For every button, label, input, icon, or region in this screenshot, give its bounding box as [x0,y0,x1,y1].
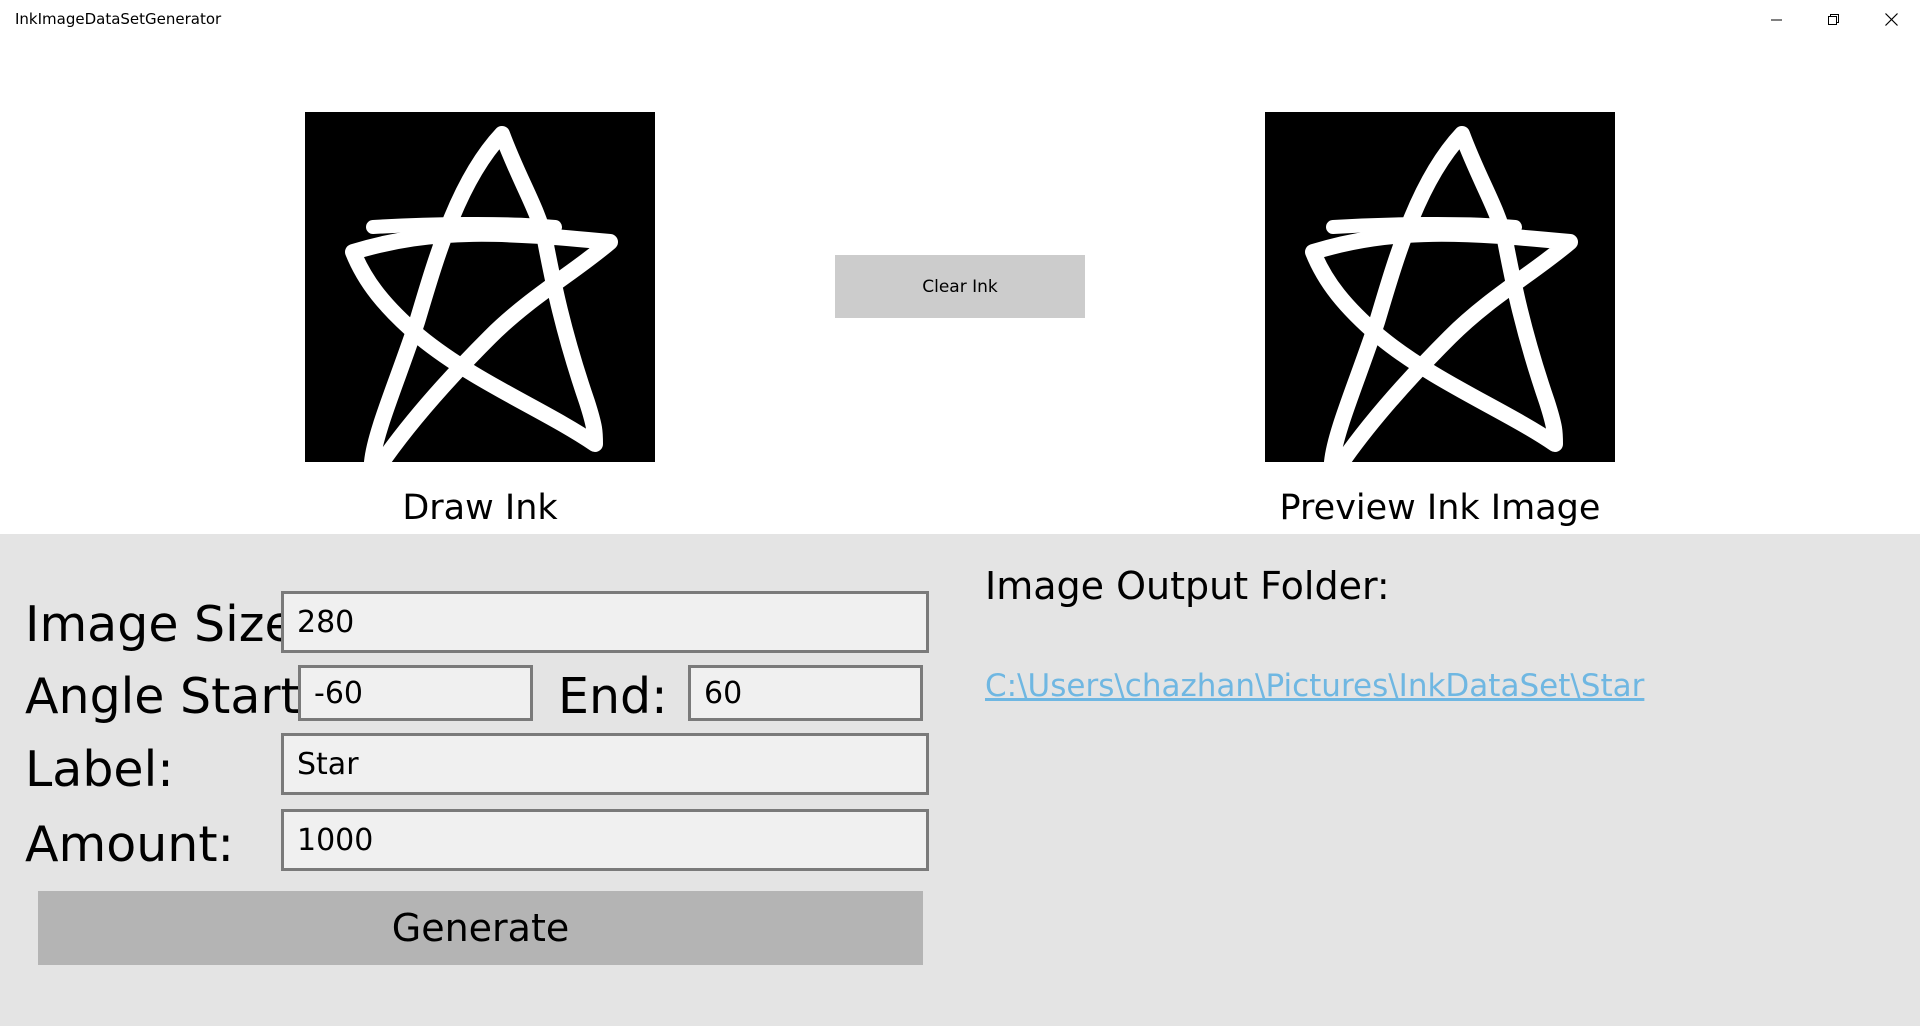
close-icon [1884,13,1898,26]
restore-button[interactable] [1806,0,1862,39]
preview-ink-image [1265,112,1615,462]
minimize-icon [1771,19,1782,20]
angle-start-label: Angle Start: [25,668,317,725]
clear-ink-button[interactable]: Clear Ink [835,255,1085,318]
angle-start-input[interactable]: -60 [298,665,533,721]
label-label: Label: [25,741,174,798]
close-button[interactable] [1863,0,1919,39]
minimize-button[interactable] [1749,0,1805,39]
image-size-label: Image Size: [25,596,312,653]
angle-end-input[interactable]: 60 [688,665,923,721]
draw-ink-label: Draw Ink [402,488,558,528]
restore-icon [1828,13,1839,25]
angle-end-label: End: [558,668,668,725]
amount-label: Amount: [25,816,235,873]
star-preview-image [1305,126,1578,462]
draw-ink-canvas[interactable] [305,112,655,462]
label-input[interactable]: Star [281,733,929,795]
generate-button[interactable]: Generate [38,891,923,965]
amount-input[interactable]: 1000 [281,809,929,871]
window-title: InkImageDataSetGenerator [15,10,222,28]
output-folder-heading: Image Output Folder: [985,564,1390,608]
title-bar[interactable]: InkImageDataSetGenerator [0,0,1920,39]
image-size-input[interactable]: 280 [281,591,929,653]
app-window: InkImageDataSetGenerator Draw Ink Clear … [0,0,1920,1026]
preview-ink-label: Preview Ink Image [1279,488,1601,528]
output-folder-link[interactable]: C:\Users\chazhan\Pictures\InkDataSet\Sta… [985,668,1644,704]
star-ink-stroke [345,126,618,462]
